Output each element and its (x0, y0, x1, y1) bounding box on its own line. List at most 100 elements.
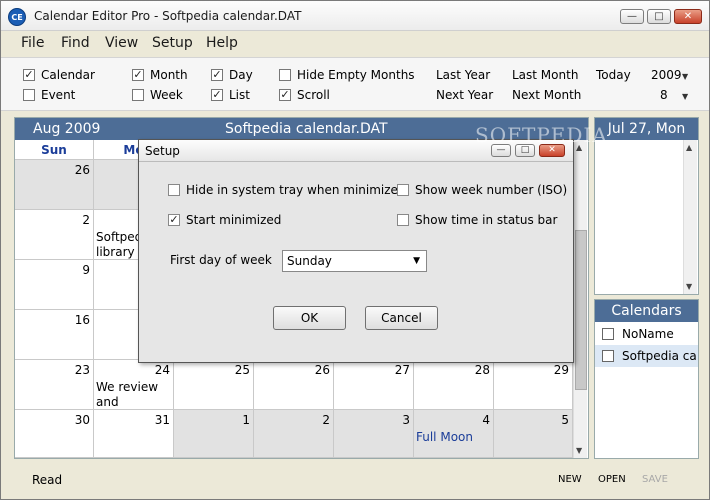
toolbar: ✓ Calendar Event ✓ Month Week ✓ Day ✓ List H… (1, 57, 709, 111)
day-number: 24 (154, 363, 170, 377)
watermark-logo: SOFTPEDIA (475, 123, 608, 147)
day-number: 28 (474, 363, 490, 377)
ok-button[interactable]: OK (273, 306, 346, 330)
calendars-header: Calendars (595, 300, 698, 322)
last-year-link[interactable]: Last Year (436, 68, 490, 82)
close-button[interactable]: ✕ (674, 9, 702, 24)
day-number: 30 (74, 413, 90, 427)
calendar-scrollbar[interactable]: ▲ ▼ (573, 140, 587, 458)
maximize-button[interactable]: □ (647, 9, 671, 24)
setup-dialog: Setup — □ ✕ Hide in system tray when min… (138, 139, 574, 363)
day-cell[interactable]: 3 (334, 410, 414, 458)
calendars-panel: Calendars NoName Softpedia ca (594, 299, 699, 459)
day-number: 9 (82, 263, 90, 277)
day-panel-scrollbar[interactable]: ▲ ▼ (683, 140, 697, 294)
day-cell[interactable]: 4 Full Moon (414, 410, 494, 458)
week-checkbox[interactable]: Week (132, 88, 183, 102)
month-spinner[interactable]: 8 (660, 88, 668, 102)
hide-empty-months-checkbox[interactable]: Hide Empty Months (279, 68, 415, 82)
calendar-item-softpedia[interactable]: Softpedia ca (595, 345, 698, 367)
day-cell[interactable]: 23 (15, 360, 94, 410)
list-checkbox[interactable]: ✓ List (211, 88, 250, 102)
scroll-down-icon[interactable]: ▼ (576, 446, 582, 455)
day-cell[interactable]: 24 We review and (94, 360, 174, 410)
next-month-link[interactable]: Next Month (512, 88, 581, 102)
day-cell[interactable]: 2 (254, 410, 334, 458)
new-button[interactable]: NEW (558, 474, 582, 485)
save-button[interactable]: SAVE (642, 474, 668, 485)
day-cell[interactable]: 27 (334, 360, 414, 410)
event-checkbox[interactable]: Event (23, 88, 75, 102)
scroll-down-icon[interactable]: ▼ (686, 282, 692, 291)
day-cell[interactable]: 29 (494, 360, 573, 410)
day-cell[interactable]: 26 (254, 360, 334, 410)
day-checkbox[interactable]: ✓ Day (211, 68, 253, 82)
day-number: 27 (394, 363, 410, 377)
hide-in-tray-checkbox[interactable]: Hide in system tray when minimized (168, 183, 406, 197)
today-link[interactable]: Today (596, 68, 631, 82)
scroll-checkbox[interactable]: ✓ Scroll (279, 88, 330, 102)
menu-view[interactable]: View (105, 35, 138, 51)
day-cell[interactable]: 31 (94, 410, 174, 458)
day-cell[interactable]: 16 (15, 310, 94, 360)
menu-find[interactable]: Find (61, 35, 90, 51)
day-number: 3 (402, 413, 410, 427)
status-bar: Read NEW OPEN SAVE (1, 466, 709, 494)
day-cell[interactable]: 5 (494, 410, 573, 458)
scroll-thumb[interactable] (575, 230, 587, 390)
app-icon: CE (8, 8, 26, 26)
title-bar: CE Calendar Editor Pro - Softpedia calen… (1, 1, 709, 31)
event-text[interactable]: We review and (96, 380, 158, 410)
day-number: 5 (561, 413, 569, 427)
menu-help[interactable]: Help (206, 35, 238, 51)
checkmark-icon: ✓ (168, 213, 180, 226)
next-year-link[interactable]: Next Year (436, 88, 493, 102)
first-day-label: First day of week (170, 253, 272, 267)
month-checkbox[interactable]: ✓ Month (132, 68, 188, 82)
day-number: 2 (82, 213, 90, 227)
checkmark-icon: ✓ (132, 68, 144, 81)
day-cell[interactable]: 30 (15, 410, 94, 458)
month-dropdown-icon[interactable]: ▼ (682, 92, 688, 101)
cancel-button[interactable]: Cancel (365, 306, 438, 330)
last-month-link[interactable]: Last Month (512, 68, 578, 82)
day-number: 2 (322, 413, 330, 427)
start-minimized-checkbox[interactable]: ✓ Start minimized (168, 213, 281, 227)
menu-setup[interactable]: Setup (152, 35, 193, 51)
day-cell[interactable]: 9 (15, 260, 94, 310)
day-number: 1 (242, 413, 250, 427)
first-day-select[interactable]: Sunday ▼ (282, 250, 427, 272)
show-week-number-checkbox[interactable]: Show week number (ISO) (397, 183, 567, 197)
day-number: 26 (74, 163, 90, 177)
show-time-status-checkbox[interactable]: Show time in status bar (397, 213, 557, 227)
scroll-up-icon[interactable]: ▲ (686, 143, 692, 152)
year-spinner[interactable]: 2009 (651, 68, 682, 82)
day-cell[interactable]: 25 (174, 360, 254, 410)
checkmark-icon: ✓ (211, 68, 223, 81)
day-panel-date: Jul 27, Mon (595, 118, 698, 140)
year-dropdown-icon[interactable]: ▼ (682, 72, 688, 81)
dialog-title: Setup (145, 144, 180, 158)
month-label: Aug 2009 (33, 121, 101, 137)
checkmark-icon: ✓ (279, 88, 291, 101)
menu-bar: File Find View Setup Help (1, 31, 709, 57)
window-title: Calendar Editor Pro - Softpedia calendar… (34, 9, 302, 23)
day-cell[interactable]: 26 (15, 160, 94, 210)
dow-header: Sun (15, 140, 94, 160)
calendar-checkbox[interactable]: ✓ Calendar (23, 68, 95, 82)
day-number: 26 (314, 363, 330, 377)
minimize-button[interactable]: — (620, 9, 644, 24)
day-cell[interactable]: 1 (174, 410, 254, 458)
app-window: CE Calendar Editor Pro - Softpedia calen… (0, 0, 710, 500)
day-cell[interactable]: 2 (15, 210, 94, 260)
dropdown-arrow-icon: ▼ (413, 256, 420, 266)
checkmark-icon: ✓ (23, 68, 35, 81)
open-button[interactable]: OPEN (598, 474, 626, 485)
calendar-item-noname[interactable]: NoName (595, 323, 698, 345)
menu-file[interactable]: File (21, 35, 44, 51)
checkmark-icon: ✓ (211, 88, 223, 101)
day-cell[interactable]: 28 (414, 360, 494, 410)
status-text: Read (32, 473, 63, 487)
day-number: 29 (553, 363, 569, 377)
event-text[interactable]: Full Moon (416, 430, 473, 445)
